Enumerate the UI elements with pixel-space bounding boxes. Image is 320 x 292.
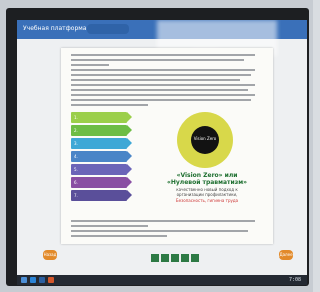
diagram-step: 5. <box>71 164 132 175</box>
window-title: Учебная платформа <box>23 25 87 32</box>
ok-icon[interactable] <box>161 254 169 262</box>
footer-text <box>71 220 263 240</box>
diagram-step: 1. <box>71 112 132 123</box>
document-page: 1. 2. 3. 4. 5. 6. 7. Vision Zero «Vision… <box>61 48 273 244</box>
diagram-step: 2. <box>71 125 132 136</box>
powerpoint-taskbar-icon[interactable] <box>48 277 54 283</box>
diagram-step: 7. <box>71 190 132 201</box>
twitter-icon[interactable] <box>181 254 189 262</box>
photo-background: Учебная платформа 1. 2. 3. 4. 5. 6. 7. V… <box>0 0 313 292</box>
next-button[interactable]: Далее <box>279 250 293 260</box>
vision-zero-diagram: 1. 2. 3. 4. 5. 6. 7. Vision Zero «Vision… <box>71 112 263 204</box>
vk-icon[interactable] <box>151 254 159 262</box>
word-taskbar-icon[interactable] <box>39 277 45 283</box>
monitor-bezel: Учебная платформа 1. 2. 3. 4. 5. 6. 7. V… <box>6 8 309 286</box>
system-clock: 7:08 <box>288 277 301 283</box>
vision-zero-subtitle: качественно новый подход к организации п… <box>176 187 238 197</box>
vision-zero-headline: «Vision Zero» или «Нулевой травматизм» <box>167 172 248 186</box>
ring-center: Vision Zero <box>191 126 219 154</box>
intro-text <box>71 54 263 109</box>
facebook-icon[interactable] <box>171 254 179 262</box>
taskbar: 7:08 <box>17 275 307 285</box>
vision-zero-ring: Vision Zero <box>177 112 233 168</box>
vision-zero-subtitle-red: Безопасность, гигиена труда <box>175 198 239 203</box>
back-button[interactable]: Назад <box>43 250 57 260</box>
diagram-step: 4. <box>71 151 132 162</box>
screen: Учебная платформа 1. 2. 3. 4. 5. 6. 7. V… <box>17 20 307 285</box>
youtube-icon[interactable] <box>191 254 199 262</box>
diagram-step: 6. <box>71 177 132 188</box>
browser-taskbar-icon[interactable] <box>30 277 36 283</box>
start-icon[interactable] <box>21 277 27 283</box>
diagram-step: 3. <box>71 138 132 149</box>
